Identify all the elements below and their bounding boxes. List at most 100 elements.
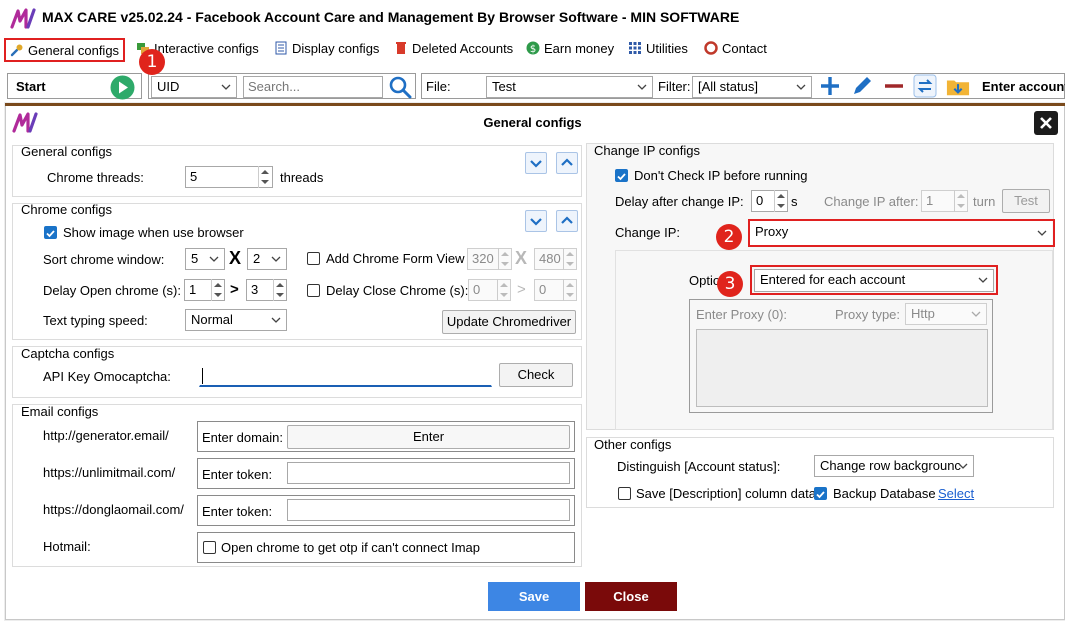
dollar-icon: $ [526, 41, 540, 55]
app-logo-icon [10, 8, 36, 29]
sort-x-label: X [229, 248, 242, 268]
filter-select[interactable]: [All status] [692, 76, 812, 98]
update-chromedriver-button[interactable]: Update Chromedriver [442, 310, 576, 334]
backup-database-checkbox[interactable] [814, 487, 827, 500]
group-title: Other configs [594, 437, 672, 452]
group-title: Change IP configs [594, 143, 700, 158]
add-icon[interactable] [818, 74, 842, 98]
text-cursor [202, 368, 203, 384]
chevron-up-icon [561, 216, 573, 224]
filter-label: Filter: [658, 79, 691, 94]
menu-deleted-accounts[interactable]: Deleted Accounts [390, 38, 517, 62]
collapse-up-button[interactable] [556, 152, 578, 174]
hotmail-otp-label: Open chrome to get otp if can't connect … [221, 540, 481, 555]
menu-label: Display configs [292, 41, 380, 56]
sort-cols-select[interactable]: 5 [185, 248, 225, 270]
add-form-view-label: Add Chrome Form View [326, 251, 465, 266]
delay-open-from-spinner[interactable] [211, 279, 223, 301]
change-ip-label: Change IP: [615, 225, 681, 240]
folder-import-icon[interactable] [946, 74, 970, 98]
menu-general-configs[interactable]: General configs [4, 38, 126, 62]
app-title: MAX CARE v25.02.24 - Facebook Account Ca… [42, 9, 740, 25]
group-title: Email configs [21, 404, 99, 419]
form-x-label: X [515, 248, 528, 268]
sort-rows-select[interactable]: 2 [247, 248, 287, 270]
enter-domain-button[interactable]: Enter [287, 425, 570, 449]
svg-text:$: $ [530, 44, 536, 55]
chevron-down-icon [971, 311, 981, 317]
donglaomail-token-input[interactable] [287, 499, 570, 521]
enter-accounts-label[interactable]: Enter accounts [982, 79, 1065, 94]
hotmail-otp-checkbox[interactable] [203, 541, 216, 554]
show-image-label: Show image when use browser [63, 225, 244, 240]
save-description-checkbox[interactable] [618, 487, 631, 500]
save-button[interactable]: Save [488, 582, 580, 611]
play-icon[interactable] [110, 75, 135, 100]
collapse-down-button[interactable] [525, 210, 547, 232]
change-ip-after-spinner[interactable] [954, 190, 966, 212]
distinguish-status-label: Distinguish [Account status]: [617, 459, 781, 474]
check-icon [46, 230, 55, 238]
search-icon[interactable] [388, 75, 412, 99]
edit-icon[interactable] [850, 74, 874, 98]
form-width-spinner[interactable] [498, 248, 510, 270]
show-image-checkbox[interactable] [44, 226, 57, 239]
chevron-down-icon [637, 84, 647, 90]
proxy-textarea[interactable] [696, 329, 988, 407]
menu-label: Earn money [544, 41, 615, 56]
email-site-unlimitmail: https://unlimitmail.com/ [43, 465, 176, 480]
close-button[interactable]: Close [585, 582, 677, 611]
chevron-down-icon [209, 256, 219, 262]
close-icon[interactable] [1034, 111, 1058, 135]
menu-label: Interactive configs [154, 41, 259, 56]
delay-open-gt: > [230, 281, 239, 298]
select-backup-link[interactable]: Select [938, 486, 974, 501]
typing-speed-select[interactable]: Normal [185, 309, 287, 331]
collapse-up-button[interactable] [556, 210, 578, 232]
group-title: Captcha configs [21, 346, 115, 361]
file-select[interactable]: Test [486, 76, 653, 98]
annotation-badge-1: 1 [139, 49, 165, 75]
delay-change-ip-spinner[interactable] [774, 190, 786, 212]
chevron-down-icon [530, 218, 542, 226]
test-button[interactable]: Test [1002, 189, 1050, 213]
api-key-input[interactable] [199, 365, 492, 387]
threads-spinner[interactable] [258, 166, 270, 188]
check-button[interactable]: Check [499, 363, 573, 387]
menu-utilities[interactable]: Utilities [624, 38, 692, 62]
menu-display-configs[interactable]: Display configs [270, 38, 383, 62]
dialog-top-border [5, 103, 1065, 106]
menu-contact[interactable]: Contact [700, 38, 771, 62]
delay-close-from-spinner[interactable] [497, 279, 509, 301]
delay-open-label: Delay Open chrome (s): [43, 283, 181, 298]
add-form-view-checkbox[interactable] [307, 252, 320, 265]
api-key-label: API Key Omocaptcha: [43, 369, 171, 384]
delay-open-to-spinner[interactable] [273, 279, 285, 301]
refresh-icon[interactable] [913, 74, 937, 98]
search-field-select[interactable]: UID [151, 76, 237, 98]
form-height-spinner[interactable] [563, 248, 575, 270]
change-ip-after-label: Change IP after: [824, 194, 919, 209]
search-input[interactable]: Search... [243, 76, 383, 98]
delay-close-checkbox[interactable] [307, 284, 320, 297]
unlimitmail-token-input[interactable] [287, 462, 570, 484]
remove-icon[interactable] [882, 74, 906, 98]
distinguish-status-select[interactable]: Change row backgrounc [814, 455, 974, 477]
collapse-down-button[interactable] [525, 152, 547, 174]
sort-window-label: Sort chrome window: [43, 252, 165, 267]
backup-database-label: Backup Database [833, 486, 936, 501]
wrench-icon [10, 44, 23, 57]
chevron-up-icon [561, 158, 573, 166]
menu-label: Contact [722, 41, 767, 56]
delay-close-to-spinner[interactable] [563, 279, 575, 301]
group-title: Chrome configs [21, 202, 113, 217]
start-label: Start [16, 79, 46, 94]
delay-close-gt: > [517, 281, 526, 298]
proxy-type-select[interactable]: Http [905, 303, 987, 325]
dont-check-ip-checkbox[interactable] [615, 169, 628, 182]
email-site-hotmail: Hotmail: [43, 539, 91, 554]
menu-earn-money[interactable]: $ Earn money [522, 38, 618, 62]
delay-unit: s [791, 194, 798, 209]
enter-token-label: Enter token: [202, 467, 273, 482]
typing-speed-label: Text typing speed: [43, 313, 148, 328]
